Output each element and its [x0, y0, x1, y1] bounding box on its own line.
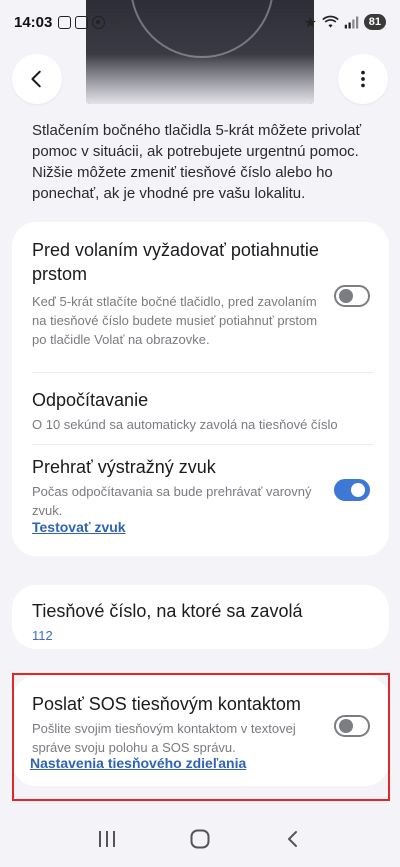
swipe-to-call-setting[interactable]: Pred volaním vyžadovať potiahnutie prsto…: [32, 238, 332, 349]
home-icon: [190, 829, 210, 849]
alarm-sound-title: Prehrať výstražný zvuk: [32, 457, 216, 477]
countdown-setting[interactable]: Odpočítavanie O 10 sekúnd sa automaticky…: [32, 388, 372, 434]
alarm-sound-setting[interactable]: Prehrať výstražný zvuk Počas odpočítavan…: [32, 455, 322, 520]
chevron-left-icon: [31, 70, 41, 88]
toggle-knob: [351, 483, 365, 497]
toggle-knob: [339, 719, 353, 733]
emergency-number-value: 112: [32, 628, 53, 643]
vpn-icon: [75, 15, 89, 29]
emergency-number-title: Tiesňové číslo, na ktoré sa zavolá: [32, 601, 303, 621]
sos-contacts-card: Poslať SOS tiesňovým kontaktom Pošlite s…: [12, 676, 389, 786]
star-icon: [304, 16, 316, 27]
test-sound-link[interactable]: Testovať zvuk: [32, 519, 126, 535]
toggle-knob: [339, 289, 353, 303]
alarm-sound-subtitle: Počas odpočítavania sa bude prehrávať va…: [32, 484, 312, 518]
status-right: 81: [304, 14, 386, 30]
countdown-title: Odpočítavanie: [32, 390, 149, 410]
swipe-to-call-subtitle: Keď 5-krát stlačíte bočné tlačidlo, pred…: [32, 294, 318, 347]
sos-contacts-subtitle: Pošlite svojim tiesňovým kontaktom v tex…: [32, 721, 296, 755]
signal-icon: [344, 16, 358, 28]
more-vertical-icon: [361, 70, 365, 88]
status-left: 14:03: [14, 13, 117, 31]
sos-contacts-toggle[interactable]: [334, 715, 370, 737]
alarm-sound-toggle[interactable]: [334, 479, 370, 501]
home-button[interactable]: [180, 819, 220, 859]
recents-button[interactable]: [87, 819, 127, 859]
back-button[interactable]: [12, 54, 62, 104]
dot-icon: [111, 19, 117, 25]
emergency-sharing-settings-link[interactable]: Nastavenia tiesňového zdieľania: [30, 755, 246, 771]
screenshot-icon: [58, 15, 72, 29]
sos-contacts-setting[interactable]: Poslať SOS tiesňovým kontaktom Pošlite s…: [32, 692, 332, 757]
emergency-number-card[interactable]: Tiesňové číslo, na ktoré sa zavolá 112: [12, 585, 389, 649]
swipe-to-call-title: Pred volaním vyžadovať potiahnutie prsto…: [32, 240, 319, 284]
status-bar: 14:03 81: [0, 0, 400, 44]
sos-settings-card: Pred volaním vyžadovať potiahnutie prsto…: [12, 222, 389, 556]
more-options-button[interactable]: [338, 54, 388, 104]
navigation-bar: [0, 811, 400, 867]
countdown-subtitle: O 10 sekúnd sa automaticky zavolá na tie…: [32, 417, 338, 432]
sos-contacts-title: Poslať SOS tiesňovým kontaktom: [32, 694, 301, 714]
battery-indicator: 81: [363, 14, 386, 30]
status-time: 14:03: [14, 13, 53, 31]
chrome-icon: [92, 15, 106, 29]
back-nav-button[interactable]: [273, 819, 313, 859]
wifi-icon: [321, 15, 339, 28]
recents-icon: [98, 831, 115, 847]
back-icon: [288, 831, 298, 847]
header-fade: [86, 54, 314, 104]
emergency-number-setting: Tiesňové číslo, na ktoré sa zavolá 112: [32, 599, 372, 643]
intro-description: Stlačením bočného tlačidla 5-krát môžete…: [32, 122, 362, 202]
swipe-to-call-toggle[interactable]: [334, 285, 370, 307]
divider: [32, 372, 373, 373]
divider: [32, 444, 373, 445]
status-notification-icons: [58, 15, 117, 29]
